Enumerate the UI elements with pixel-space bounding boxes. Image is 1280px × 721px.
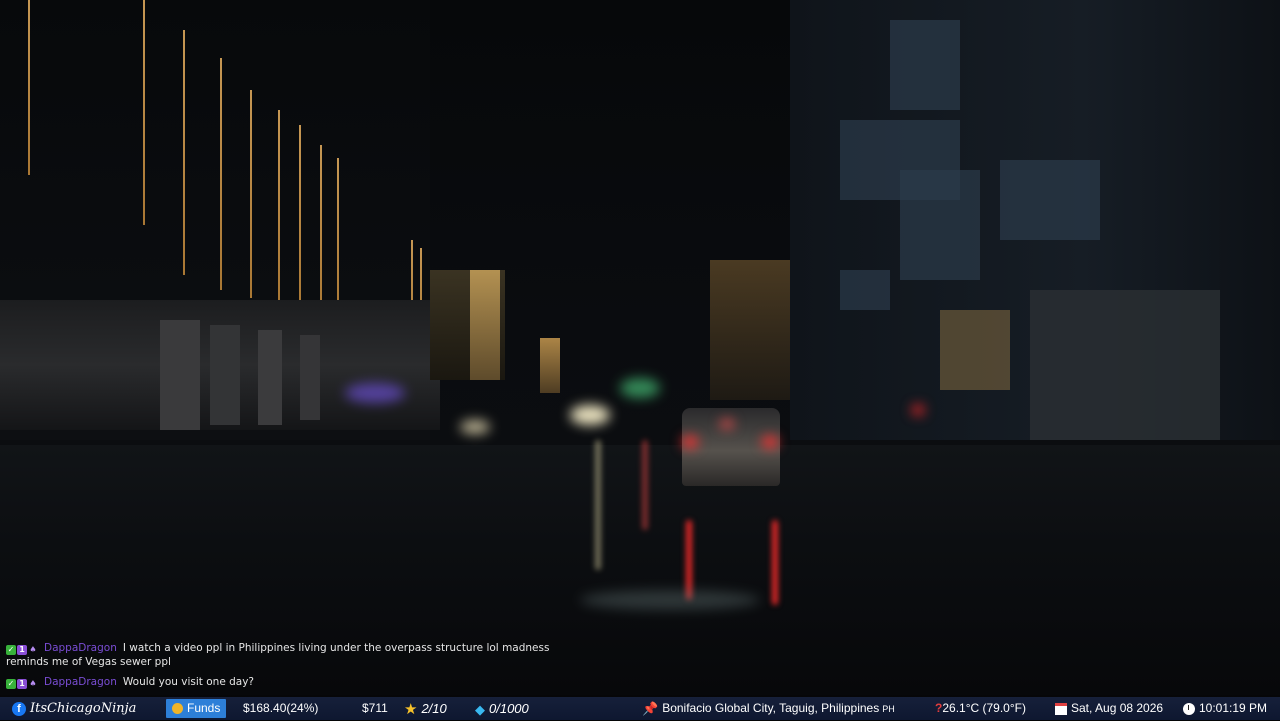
stream-status-bar: f ItsChicagoNinja Funds $168.40(24%) $711… xyxy=(0,697,1280,720)
light-strip xyxy=(320,145,322,317)
gems-counter: ◆ 0/1000 xyxy=(475,697,529,720)
date-text: Sat, Aug 08 2026 xyxy=(1071,701,1164,715)
lobby-light xyxy=(940,310,1010,390)
light-strip xyxy=(299,125,301,313)
lobby-light xyxy=(1030,290,1220,440)
chat-overlay: ✓ 1 ♠ DappaDragon I watch a video ppl in Ph… xyxy=(6,642,606,697)
diamond-icon: ◆ xyxy=(475,702,485,718)
time-info: 10:01:19 PM xyxy=(1183,697,1267,720)
light-strip xyxy=(28,0,30,175)
window xyxy=(890,20,960,110)
reflection xyxy=(595,440,601,570)
podium-pillar xyxy=(300,335,320,420)
clock-icon xyxy=(1183,702,1195,715)
temperature: 26.1°C (79.0°F) xyxy=(942,701,1026,715)
light-strip xyxy=(250,90,252,298)
chat-text-continuation: reminds me of Vegas sewer ppl xyxy=(6,656,171,668)
light-strip xyxy=(278,110,280,305)
tail-light xyxy=(912,405,924,415)
chat-text: I watch a video ppl in Philippines livin… xyxy=(122,642,550,654)
reflection xyxy=(686,520,692,600)
window xyxy=(900,170,980,280)
podium-pillar xyxy=(258,330,282,425)
location-text: Bonifacio Global City, Taguig, Philippin… xyxy=(662,701,880,715)
reflection xyxy=(642,440,648,530)
channel-info[interactable]: f ItsChicagoNinja xyxy=(12,697,136,720)
user-badges: ✓ 1 ♠ xyxy=(6,643,39,656)
channel-name: ItsChicagoNinja xyxy=(30,701,137,716)
podium-pillar xyxy=(210,325,240,425)
chat-message: ✓ 1 ♠ DappaDragon Would you visit one day? xyxy=(6,676,606,690)
subscriber-badge-icon: 1 xyxy=(17,679,27,689)
funds-label: Funds xyxy=(187,701,221,715)
reflection xyxy=(772,520,778,605)
podium-pillar xyxy=(160,320,200,430)
funds-badge[interactable]: Funds xyxy=(166,699,227,718)
subscriber-badge-icon: 1 xyxy=(17,645,27,655)
time-text: 10:01:19 PM xyxy=(1199,701,1268,715)
chat-message: ✓ 1 ♠ DappaDragon I watch a video ppl in Ph… xyxy=(6,642,606,669)
chat-text: Would you visit one day? xyxy=(122,676,255,688)
stars-counter: ★ 2/10 xyxy=(404,697,447,720)
star-icon: ★ xyxy=(404,701,418,719)
street-light xyxy=(345,383,405,403)
window xyxy=(840,270,890,310)
user-badges: ✓ 1 ♠ xyxy=(6,677,39,690)
light-strip xyxy=(220,58,222,290)
tail-light xyxy=(720,420,734,428)
light-strip xyxy=(143,0,145,225)
street-light xyxy=(460,420,490,434)
location-info: 📌 Bonifacio Global City, Taguig, Philippi… xyxy=(642,697,895,720)
calendar-icon xyxy=(1055,702,1067,715)
video-frame xyxy=(0,0,1280,720)
verified-badge-icon: ✓ xyxy=(6,645,16,655)
street-light xyxy=(620,378,660,398)
street-light xyxy=(570,405,610,425)
money-bag-icon xyxy=(172,703,183,715)
mid-tower xyxy=(540,338,560,393)
far-tower xyxy=(710,260,800,400)
bits-badge-icon: ♠ xyxy=(29,679,37,688)
funds-value: $168.40(24%) xyxy=(243,701,319,715)
light-strip xyxy=(183,30,185,275)
weather-info: ?26.1°C (79.0°F) xyxy=(935,697,1026,720)
date-info: Sat, Aug 08 2026 xyxy=(1055,697,1163,720)
pushpin-icon: 📌 xyxy=(642,701,659,717)
window xyxy=(1000,160,1100,240)
bits-badge-icon: ♠ xyxy=(29,645,37,654)
verified-badge-icon: ✓ xyxy=(6,679,16,689)
money-value: $711 xyxy=(362,701,388,715)
reflection xyxy=(580,590,760,610)
facebook-icon: f xyxy=(12,701,26,716)
tail-light xyxy=(682,436,698,448)
chat-username[interactable]: DappaDragon xyxy=(44,676,117,688)
mid-tower-lit xyxy=(470,270,500,380)
gems-value: 0/1000 xyxy=(489,701,529,716)
light-strip xyxy=(337,158,339,323)
chat-username[interactable]: DappaDragon xyxy=(44,642,117,654)
country-code: PH xyxy=(882,704,895,714)
stars-value: 2/10 xyxy=(421,701,447,716)
tail-light xyxy=(762,436,778,448)
